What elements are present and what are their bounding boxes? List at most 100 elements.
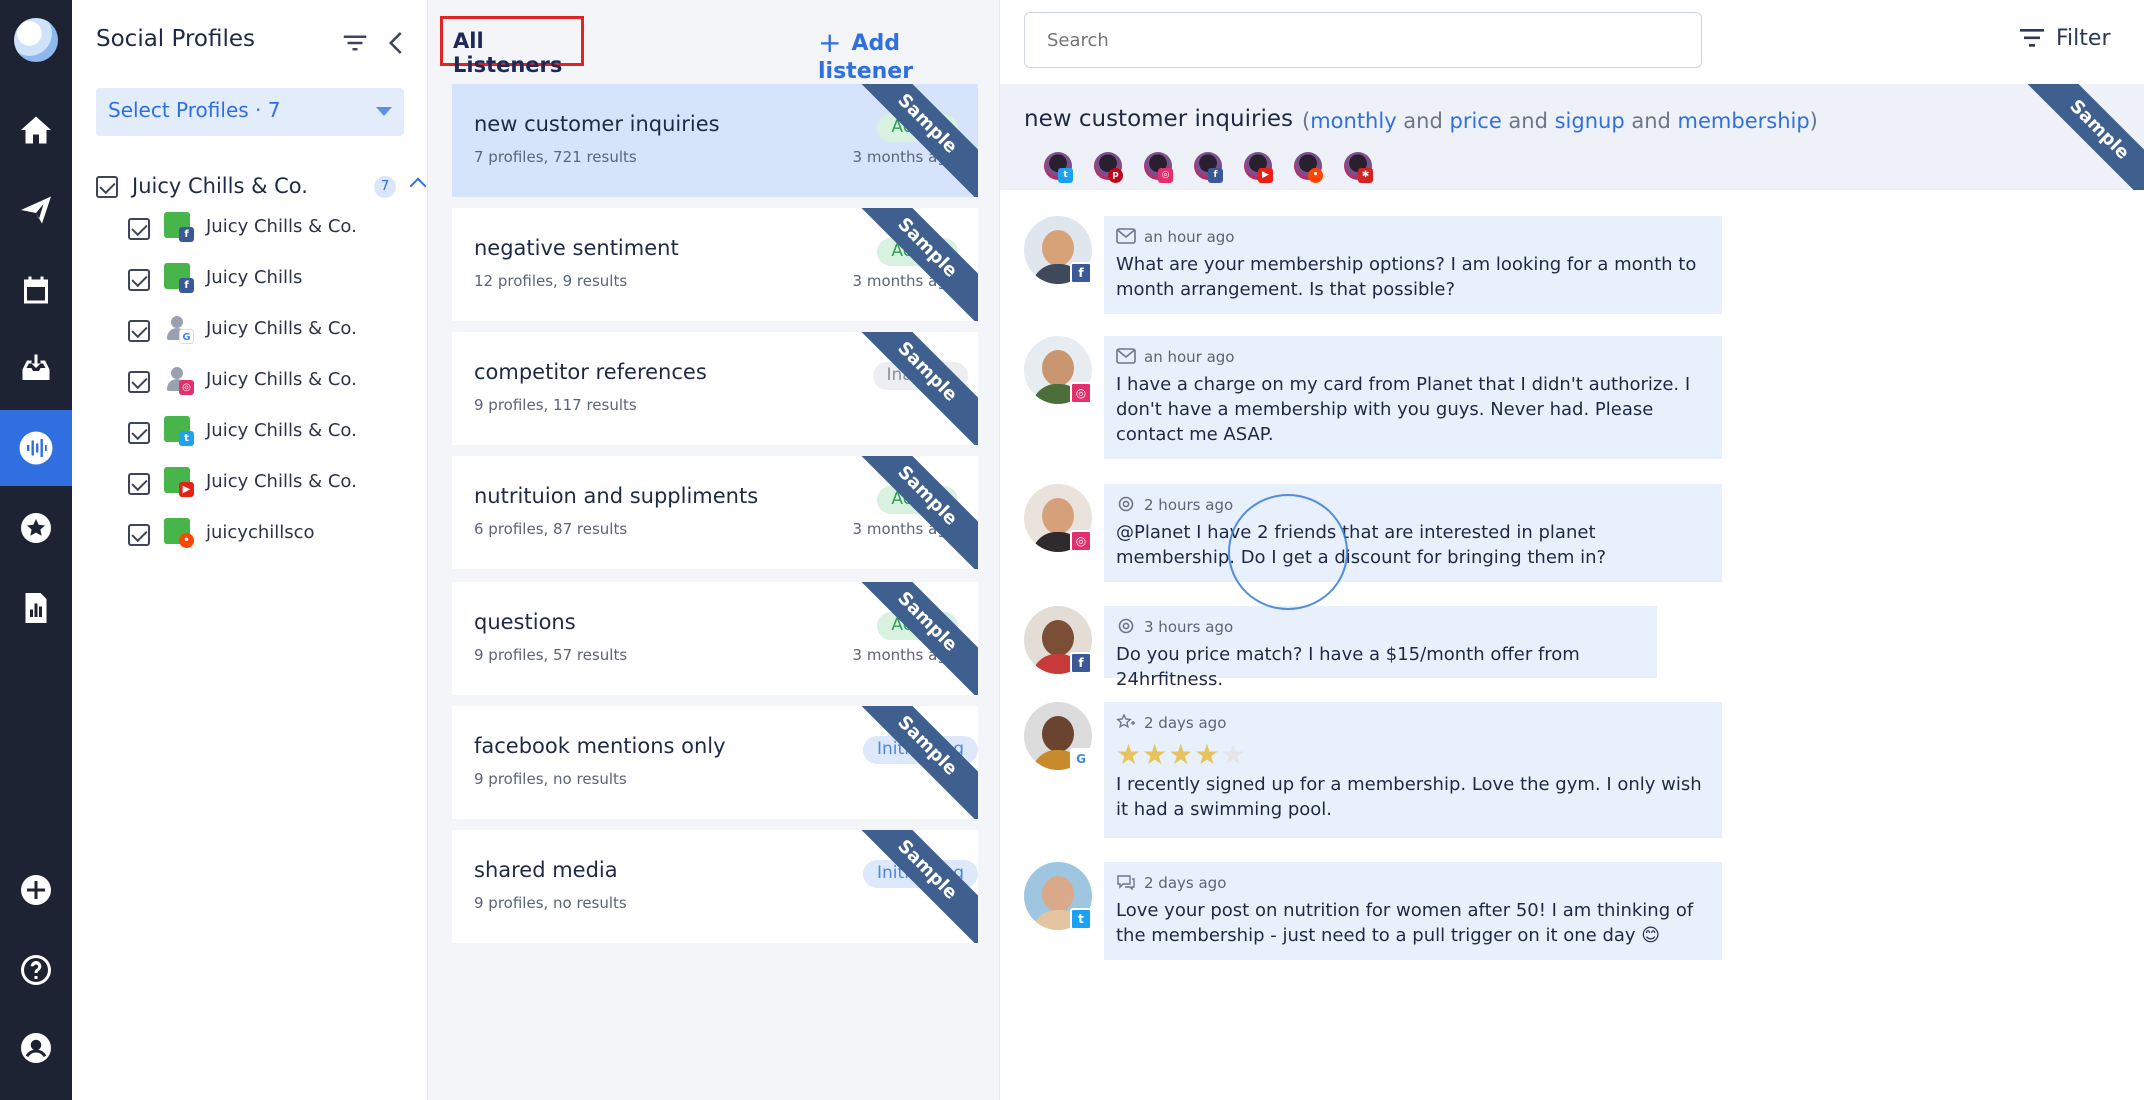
profile-item[interactable]: t Juicy Chills & Co.	[128, 412, 418, 452]
listener-card[interactable]: shared media 9 profiles, no results Init…	[452, 830, 978, 943]
profile-checkbox[interactable]	[128, 218, 150, 240]
channel-avatar[interactable]: ◎	[1144, 152, 1176, 184]
message-text: I recently signed up for a membership. L…	[1116, 774, 1702, 820]
calendar-nav[interactable]: 31	[0, 252, 72, 328]
profile-avatar: ▶	[164, 467, 194, 497]
profile-checkbox[interactable]	[128, 269, 150, 291]
profile-name: Juicy Chills & Co.	[206, 369, 357, 390]
profile-item[interactable]: • juicychillsco	[128, 514, 418, 554]
star-icon: ★	[1168, 738, 1195, 771]
listener-card[interactable]: questions 9 profiles, 57 results Active …	[452, 582, 978, 695]
app-logo[interactable]	[14, 18, 58, 62]
profile-item[interactable]: ▶ Juicy Chills & Co.	[128, 463, 418, 503]
filter-button[interactable]: Filter	[2020, 26, 2110, 51]
listener-card[interactable]: facebook mentions only 9 profiles, no re…	[452, 706, 978, 819]
message-text: @Planet I have 2 friends that are intere…	[1116, 522, 1607, 568]
add-listener-button[interactable]: + Add listener	[818, 26, 999, 84]
channel-avatar[interactable]: ✱	[1344, 152, 1376, 184]
channel-avatar[interactable]: p	[1094, 152, 1126, 184]
message-time: 3 hours ago	[1144, 618, 1234, 636]
account-icon	[21, 1033, 51, 1063]
chevron-up-icon[interactable]	[409, 177, 427, 195]
keyword: monthly	[1310, 109, 1397, 133]
reddit-icon: •	[1308, 168, 1323, 183]
profile-checkbox[interactable]	[128, 473, 150, 495]
listener-card[interactable]: competitor references 9 profiles, 117 re…	[452, 332, 978, 445]
listener-name: negative sentiment	[474, 236, 679, 260]
instagram-icon: ◎	[179, 380, 194, 395]
create-nav[interactable]	[0, 852, 72, 928]
reports-nav[interactable]	[0, 570, 72, 646]
twitter-icon: t	[1058, 168, 1073, 183]
facebook-icon: f	[1070, 652, 1092, 674]
star-outline-icon	[1116, 714, 1135, 729]
profile-item[interactable]: f Juicy Chills	[128, 259, 418, 299]
listener-card[interactable]: nutrituion and suppliments 6 profiles, 8…	[452, 456, 978, 569]
listening-waveform-icon	[19, 431, 53, 465]
profile-name: Juicy Chills & Co.	[206, 216, 357, 237]
profile-checkbox[interactable]	[128, 371, 150, 393]
all-listeners-heading[interactable]: All Listeners	[440, 16, 584, 77]
message-time: an hour ago	[1144, 348, 1235, 366]
listener-header: new customer inquiries (monthly and pric…	[1000, 84, 2144, 190]
collapse-chevron-icon[interactable]	[382, 28, 412, 58]
reviews-nav[interactable]	[0, 490, 72, 566]
home-nav[interactable]	[0, 92, 72, 168]
message-time: an hour ago	[1144, 228, 1235, 246]
help-nav[interactable]	[0, 932, 72, 1008]
account-nav[interactable]	[0, 1010, 72, 1086]
instagram-icon: ◎	[1070, 382, 1092, 404]
group-name: Juicy Chills & Co.	[132, 174, 308, 198]
nav-rail: 31	[0, 0, 72, 1100]
listener-meta: 9 profiles, 117 results	[474, 396, 637, 414]
profile-avatar: •	[164, 518, 194, 548]
channel-avatar[interactable]: t	[1044, 152, 1076, 184]
twitter-icon: t	[179, 431, 194, 446]
listener-meta: 12 profiles, 9 results	[474, 272, 628, 290]
listener-card[interactable]: negative sentiment 12 profiles, 9 result…	[452, 208, 978, 321]
keyword: price	[1449, 109, 1502, 133]
profile-name: juicychillsco	[206, 522, 315, 543]
channel-avatar[interactable]: •	[1294, 152, 1326, 184]
group-checkbox[interactable]	[96, 176, 118, 198]
facebook-icon: f	[1208, 168, 1223, 183]
listening-nav[interactable]	[0, 410, 72, 486]
message-text: Do you price match? I have a $15/month o…	[1116, 644, 1580, 690]
listener-name: nutrituion and suppliments	[474, 484, 759, 508]
listener-name: new customer inquiries	[474, 112, 720, 136]
listener-title: new customer inquiries	[1024, 106, 1293, 132]
listener-name: questions	[474, 610, 576, 634]
inbox-nav[interactable]	[0, 330, 72, 406]
search-input[interactable]	[1024, 12, 1702, 68]
message-text: Love your post on nutrition for women af…	[1116, 900, 1694, 946]
profile-item[interactable]: G Juicy Chills & Co.	[128, 310, 418, 350]
publish-nav[interactable]	[0, 172, 72, 248]
profile-checkbox[interactable]	[128, 422, 150, 444]
listener-card[interactable]: new customer inquiries 7 profiles, 721 r…	[452, 84, 978, 197]
profile-checkbox[interactable]	[128, 524, 150, 546]
profile-item[interactable]: ◎ Juicy Chills & Co.	[128, 361, 418, 401]
profile-name: Juicy Chills & Co.	[206, 471, 357, 492]
profile-avatar: f	[164, 212, 194, 242]
channel-avatar[interactable]: f	[1194, 152, 1226, 184]
facebook-icon: f	[179, 278, 194, 293]
profile-group[interactable]: Juicy Chills & Co. 7	[96, 172, 427, 202]
star-icon: ★	[1116, 738, 1143, 771]
review-bubble[interactable]: 2 days ago ★★★★★ I recently signed up fo…	[1104, 702, 1722, 838]
listener-name: competitor references	[474, 360, 707, 384]
message-bubble[interactable]: 2 hours ago @Planet I have 2 friends tha…	[1104, 484, 1722, 582]
profiles-title: Social Profiles	[96, 26, 256, 52]
filter-lines-icon	[2020, 29, 2044, 47]
message-bubble[interactable]: 2 days ago Love your post on nutrition f…	[1104, 862, 1722, 960]
profile-item[interactable]: f Juicy Chills & Co.	[128, 208, 418, 248]
inbox-icon	[22, 354, 50, 380]
message-bubble[interactable]: an hour ago What are your membership opt…	[1104, 216, 1722, 314]
at-mention-icon	[1118, 496, 1134, 512]
message-bubble[interactable]: 3 hours ago Do you price match? I have a…	[1104, 606, 1657, 690]
filter-lines-icon[interactable]	[340, 28, 370, 58]
profile-checkbox[interactable]	[128, 320, 150, 342]
channel-avatar[interactable]: ▶	[1244, 152, 1276, 184]
message-bubble[interactable]: an hour ago I have a charge on my card f…	[1104, 336, 1722, 459]
message-time: 2 hours ago	[1144, 496, 1234, 514]
select-profiles-dropdown[interactable]: Select Profiles · 7	[96, 88, 404, 136]
